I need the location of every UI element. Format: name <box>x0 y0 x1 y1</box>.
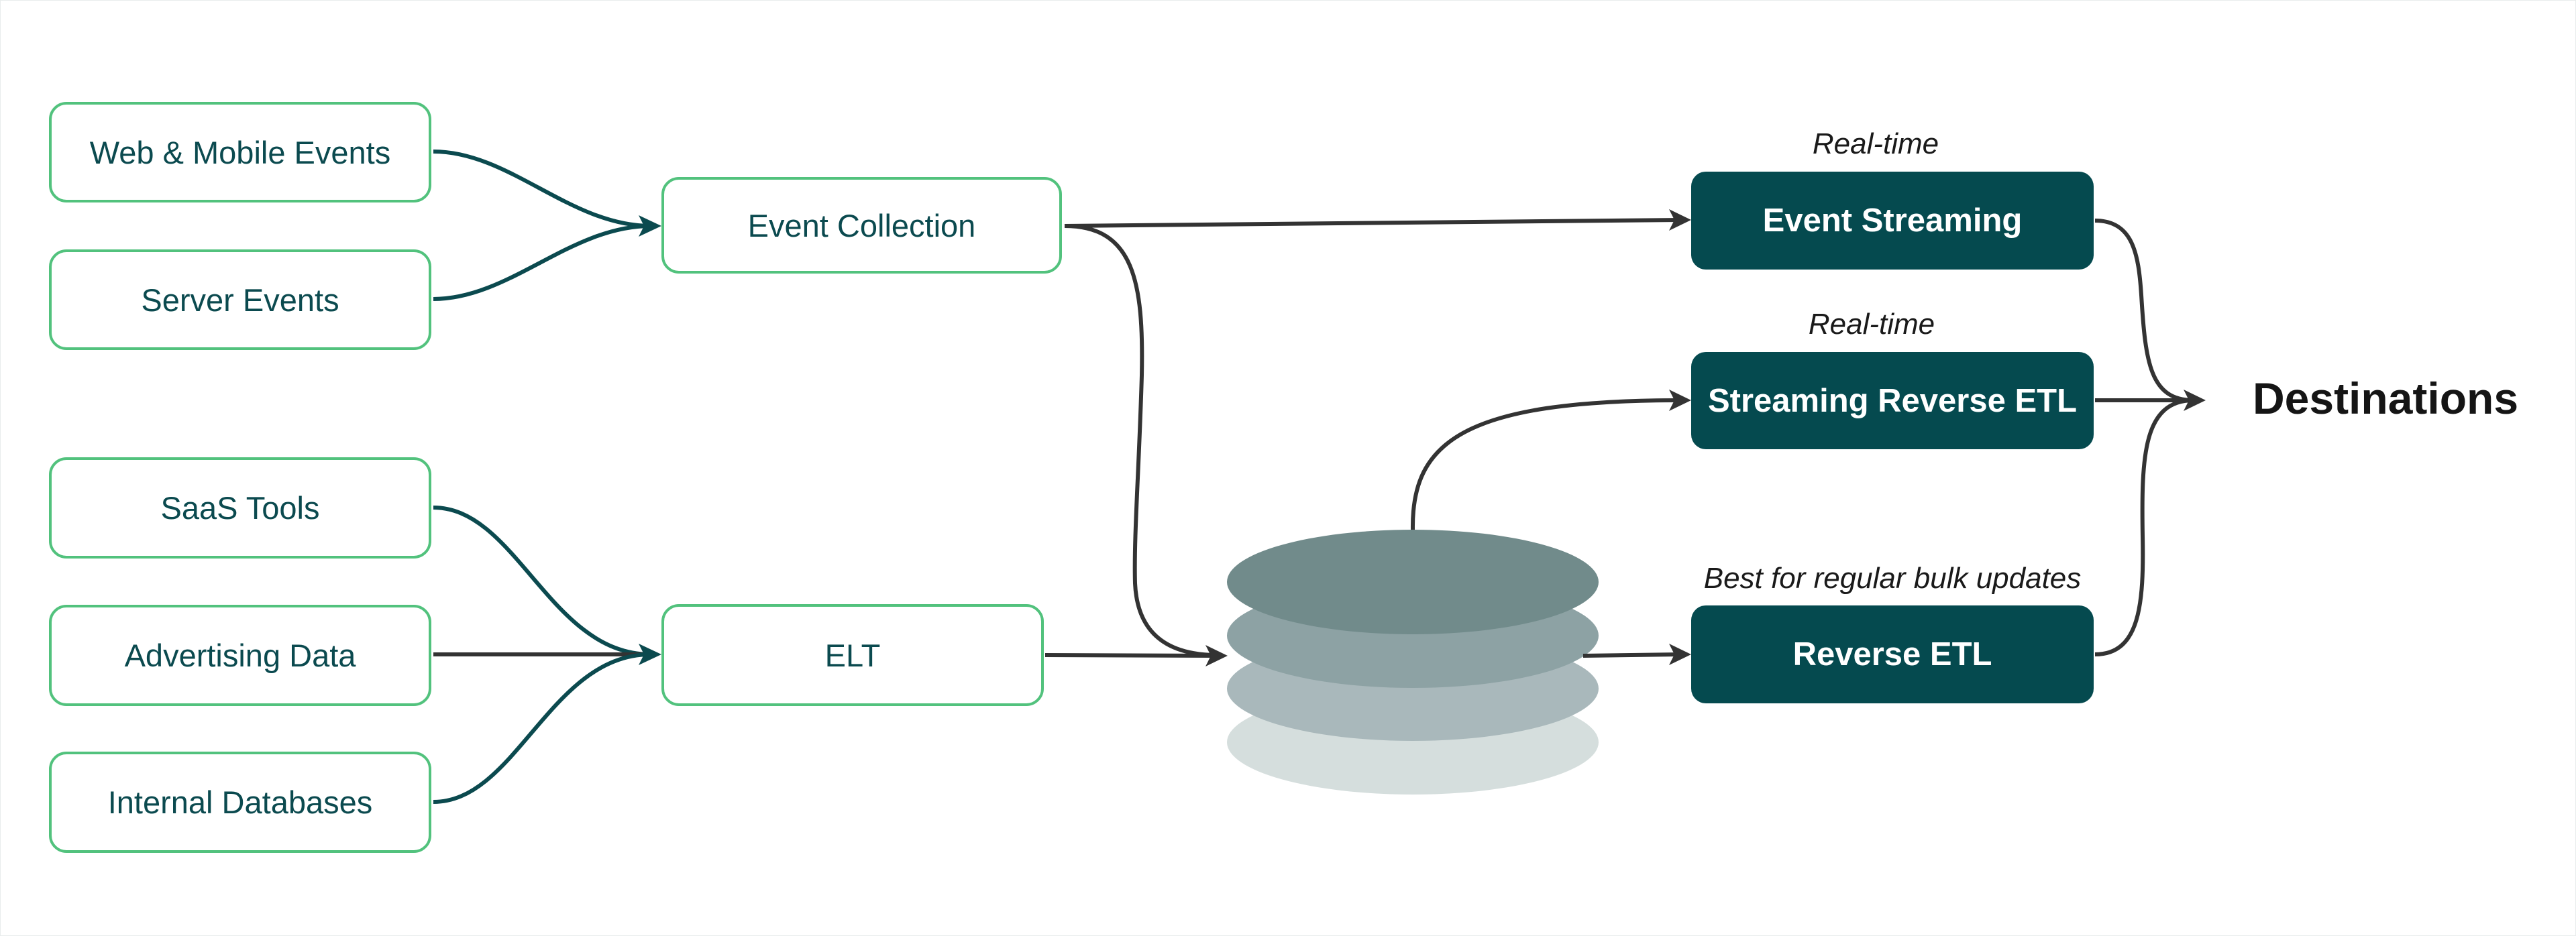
elt-label: ELT <box>824 637 881 673</box>
reverse-etl-node[interactable]: Reverse ETL <box>1691 605 2094 703</box>
source-saas-tools[interactable]: SaaS Tools <box>49 457 431 559</box>
connector-warehouse-to-reverse-etl <box>1582 652 1681 658</box>
connector-elt-to-warehouse <box>1044 653 1218 658</box>
source-label: Advertising Data <box>124 638 356 673</box>
event-collection-node[interactable]: Event Collection <box>661 177 1062 274</box>
destinations-label: Destinations <box>2253 373 2519 423</box>
event-streaming-note: Real-time <box>1812 127 1939 160</box>
db-layer-1 <box>1227 530 1599 634</box>
source-advertising-data[interactable]: Advertising Data <box>49 605 431 706</box>
source-label: Web & Mobile Events <box>89 134 391 170</box>
streaming-reverse-etl-node[interactable]: Streaming Reverse ETL <box>1691 352 2094 449</box>
connector-saas-to-elt <box>433 506 651 656</box>
connector-reverse-etl-to-destinations <box>2094 398 2194 656</box>
event-streaming-node[interactable]: Event Streaming <box>1691 172 2094 270</box>
connector-event-collection-to-warehouse <box>1064 224 1218 657</box>
connector-warehouse-to-streaming-reverse-etl <box>1410 398 1681 530</box>
streaming-reverse-etl-label: Streaming Reverse ETL <box>1707 382 2078 419</box>
event-collection-label: Event Collection <box>747 207 976 243</box>
reverse-etl-note: Best for regular bulk updates <box>1703 562 2082 595</box>
source-label: Server Events <box>141 282 339 318</box>
connector-event-streaming-to-destinations <box>2094 219 2194 402</box>
streaming-reverse-etl-note: Real-time <box>1808 308 1935 341</box>
connector-internal-db-to-elt <box>433 652 651 804</box>
connector-server-to-event-collection <box>433 224 651 301</box>
source-label: SaaS Tools <box>160 490 320 526</box>
connector-event-collection-to-event-streaming <box>1064 218 1681 228</box>
event-streaming-label: Event Streaming <box>1762 202 2023 239</box>
warehouse-database-icon <box>1227 530 1599 795</box>
source-internal-databases[interactable]: Internal Databases <box>49 752 431 853</box>
connector-web-mobile-to-event-collection <box>433 150 651 228</box>
source-server-events[interactable]: Server Events <box>49 249 431 350</box>
source-label: Internal Databases <box>107 784 373 820</box>
reverse-etl-label: Reverse ETL <box>1792 636 1992 672</box>
elt-node[interactable]: ELT <box>661 604 1044 706</box>
source-web-mobile-events[interactable]: Web & Mobile Events <box>49 102 431 202</box>
